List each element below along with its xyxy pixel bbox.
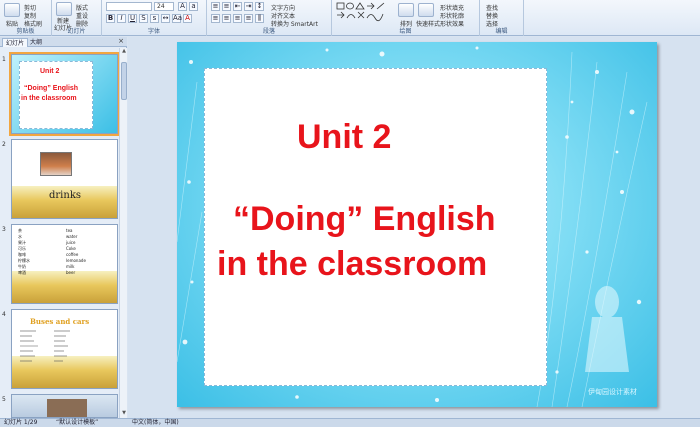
vocab-english: beer <box>66 270 76 275</box>
vocab-row: 啤酒 beer <box>18 270 114 276</box>
quick-styles-button[interactable] <box>418 3 434 17</box>
paragraph-group: ≡ ≡ ⇤ ⇥ ↕ ≡ ≡ ≡ ≡ ⫼ 文字方向 对齐文本 转换为 SmartA… <box>207 0 332 36</box>
font-group: 24 A a B I U S s ↔ Aa A 字体 <box>102 0 207 36</box>
shadow-icon[interactable]: s <box>150 14 159 23</box>
language-indicator: 中文(简体，中国) <box>132 419 179 426</box>
decrease-indent-icon[interactable]: ⇤ <box>233 2 242 11</box>
drinks-photo <box>40 152 72 176</box>
close-panel-icon[interactable]: × <box>118 37 124 45</box>
font-group-label: 字体 <box>147 28 160 35</box>
thumb-title: Unit 2 <box>40 68 60 75</box>
align-right-icon[interactable]: ≡ <box>233 14 242 23</box>
numbering-icon[interactable]: ≡ <box>222 2 231 11</box>
font-size-combo[interactable]: 24 <box>154 2 174 11</box>
bullets-icon[interactable]: ≡ <box>211 2 220 11</box>
paragraph-group-label: 段落 <box>262 28 275 35</box>
thumb-title: Buses and cars <box>30 317 90 326</box>
status-bar: 幻灯片 1/29 “默认设计模板” 中文(简体，中国) <box>0 418 700 427</box>
watermark-text: 伊甸园设计素材 <box>588 388 637 396</box>
scroll-down-icon[interactable]: ▼ <box>120 410 128 418</box>
vocab-chinese: 啤酒 <box>18 270 26 275</box>
scroll-up-icon[interactable]: ▲ <box>120 48 128 56</box>
slide-editor: Unit 2 “Doing” English in the classroom … <box>128 37 700 418</box>
slide-thumbnail-image <box>11 394 118 418</box>
editing-group: 查找 替换 选择 编辑 <box>480 0 524 36</box>
ribbon: 粘贴 剪切 复制 格式刷 剪贴板 新建 幻灯片 版式 重设 删除 幻灯片 24 … <box>0 0 700 36</box>
panel-tabs: 幻灯片 大纲 × <box>0 37 127 47</box>
slide-count: 幻灯片 1/29 <box>4 419 38 426</box>
columns-icon[interactable]: ⫼ <box>255 14 264 23</box>
justify-icon[interactable]: ≡ <box>244 14 253 23</box>
underline-icon[interactable]: U <box>128 14 137 23</box>
powerpoint-window: 粘贴 剪切 复制 格式刷 剪贴板 新建 幻灯片 版式 重设 删除 幻灯片 24 … <box>0 0 700 427</box>
current-slide[interactable]: Unit 2 “Doing” English in the classroom … <box>177 42 657 407</box>
align-left-icon[interactable]: ≡ <box>211 14 220 23</box>
vocab-list: 茶 tea 水 water 果汁 juice 可乐 Coke 咖啡 coffee 柠檬水 lemona… <box>18 228 114 276</box>
slide-number: 3 <box>2 226 6 233</box>
font-name-combo[interactable] <box>106 2 152 11</box>
slide-thumbnail-image: drinks <box>11 139 118 219</box>
strikethrough-icon[interactable]: S <box>139 14 148 23</box>
slide-subtitle-line1[interactable]: “Doing” English <box>233 200 496 239</box>
slide-number: 5 <box>2 396 6 403</box>
slide-thumbnail-1[interactable]: 1 Unit 2 “Doing” English in the classroo… <box>2 52 120 136</box>
slide-thumbnail-image: Buses and cars <box>11 309 118 389</box>
shrink-font-icon[interactable]: a <box>189 2 198 11</box>
tab-outline[interactable]: 大纲 <box>27 38 45 47</box>
grow-font-icon[interactable]: A <box>178 2 187 11</box>
editing-group-label: 编辑 <box>495 28 508 35</box>
arrange-button[interactable] <box>398 3 414 17</box>
slide-subtitle-line2[interactable]: in the classroom <box>217 245 487 284</box>
thumb-line: “Doing” English <box>24 85 79 92</box>
line-spacing-icon[interactable]: ↕ <box>255 2 264 11</box>
slide-title-unit[interactable]: Unit 2 <box>297 118 391 157</box>
slide-number: 1 <box>2 56 6 63</box>
change-case-icon[interactable]: Aa <box>172 14 182 23</box>
slides-group: 新建 幻灯片 版式 重设 删除 幻灯片 <box>52 0 102 36</box>
slide-thumbnail-image: Unit 2 “Doing” English in the classroom <box>9 52 120 136</box>
slides-group-label: 幻灯片 <box>67 28 86 35</box>
bold-icon[interactable]: B <box>106 14 115 23</box>
slide-thumbnail-5[interactable]: 5 <box>2 394 118 418</box>
clipboard-group-label: 剪贴板 <box>16 28 35 35</box>
slide-thumbnail-2[interactable]: 2 drinks <box>2 139 118 221</box>
theme-name: “默认设计模板” <box>56 419 99 426</box>
font-color-icon[interactable]: A <box>183 14 192 23</box>
spacing-icon[interactable]: ↔ <box>161 14 170 23</box>
slide-number: 4 <box>2 311 6 318</box>
thumb-caption: drinks <box>49 190 82 201</box>
drawing-group-label: 绘图 <box>399 28 412 35</box>
paste-button[interactable] <box>4 3 20 17</box>
new-slide-button[interactable] <box>56 2 72 16</box>
slide-thumbnail-4[interactable]: 4 Buses and cars <box>2 309 118 391</box>
thumb-photo <box>47 399 87 417</box>
shapes-gallery[interactable] <box>336 2 394 24</box>
align-center-icon[interactable]: ≡ <box>222 14 231 23</box>
drawing-group: 排列 快速样式 形状填充 形状轮廓 形状效果 绘图 <box>332 0 480 36</box>
thumb-line: in the classroom <box>21 95 77 102</box>
slide-thumbnail-3[interactable]: 3 茶 tea 水 water 果汁 juice 可乐 Coke 咖啡 coffee 柠檬水 lemo… <box>2 224 118 306</box>
tab-slides[interactable]: 幻灯片 <box>2 38 29 47</box>
scroll-thumb[interactable] <box>121 62 127 100</box>
italic-icon[interactable]: I <box>117 14 126 23</box>
vocab-table-lines <box>20 330 70 362</box>
clipboard-group: 粘贴 剪切 复制 格式刷 剪贴板 <box>0 0 52 36</box>
slide-number: 2 <box>2 141 6 148</box>
slide-thumbnail-image: 茶 tea 水 water 果汁 juice 可乐 Coke 咖啡 coffee 柠檬水 lemona… <box>11 224 118 304</box>
increase-indent-icon[interactable]: ⇥ <box>244 2 253 11</box>
panel-scrollbar[interactable]: ▲ ▼ <box>119 48 127 418</box>
slides-panel: 幻灯片 大纲 × 1 Unit 2 “Doing” English in the… <box>0 37 127 418</box>
